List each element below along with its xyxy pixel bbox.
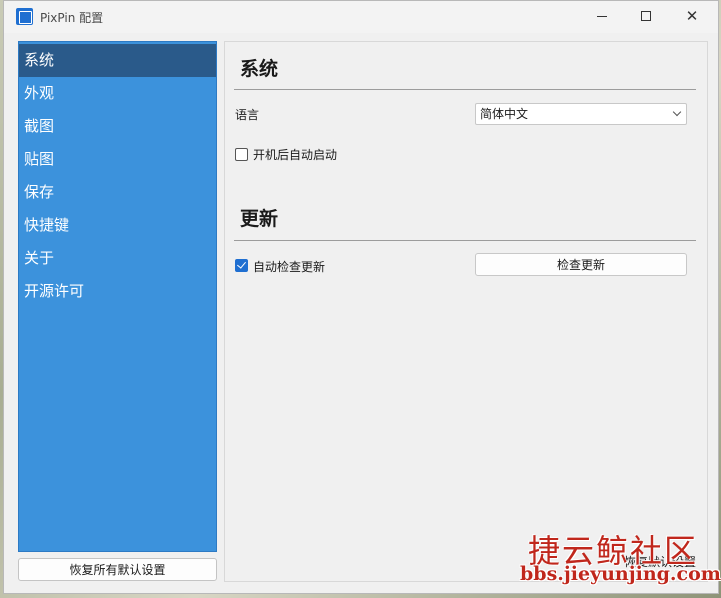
watermark-url-text: bbs.jieyunjing.com [520, 563, 721, 585]
close-button[interactable]: ✕ [670, 1, 714, 31]
language-select-value: 简体中文 [480, 107, 529, 121]
title-bar[interactable]: PixPin 配置 ✕ [4, 1, 718, 33]
system-section-title: 系统 [240, 58, 279, 80]
minimize-button[interactable] [580, 1, 624, 31]
close-icon: ✕ [685, 7, 699, 25]
maximize-icon [641, 11, 651, 21]
maximize-button[interactable] [624, 1, 668, 31]
chevron-down-icon [672, 107, 682, 117]
settings-window: PixPin 配置 ✕ 系统 外观 截图 贴图 保存 快捷键 关于 开源许可 恢… [3, 0, 719, 594]
sidebar-item-pin[interactable]: 贴图 [19, 143, 216, 176]
settings-content-panel: 系统 语言 简体中文 开机后自动启动 更新 自动检查更新 检查更新 [224, 41, 708, 582]
site-watermark: 捷云鲸社区 bbs.jieyunjing.com [512, 526, 721, 596]
reset-all-defaults-button[interactable]: 恢复所有默认设置 [18, 558, 217, 581]
autostart-label[interactable]: 开机后自动启动 [253, 146, 337, 163]
autostart-checkbox[interactable] [235, 148, 248, 161]
auto-check-update-label[interactable]: 自动检查更新 [253, 258, 325, 275]
settings-nav-sidebar: 系统 外观 截图 贴图 保存 快捷键 关于 开源许可 [18, 41, 217, 552]
sidebar-item-appearance[interactable]: 外观 [19, 77, 216, 110]
sidebar-item-licenses[interactable]: 开源许可 [19, 275, 216, 308]
update-section-divider [234, 240, 696, 241]
language-select[interactable]: 简体中文 [475, 103, 687, 125]
window-title: PixPin 配置 [40, 11, 104, 25]
check-update-button[interactable]: 检查更新 [475, 253, 687, 276]
sidebar-item-save[interactable]: 保存 [19, 176, 216, 209]
system-section-divider [234, 89, 696, 90]
auto-check-update-checkbox[interactable] [235, 259, 248, 272]
language-label: 语言 [235, 108, 260, 122]
app-icon [16, 8, 33, 25]
sidebar-item-screenshot[interactable]: 截图 [19, 110, 216, 143]
sidebar-item-system[interactable]: 系统 [19, 44, 216, 77]
sidebar-item-shortcuts[interactable]: 快捷键 [19, 209, 216, 242]
update-section-title: 更新 [240, 208, 279, 230]
minimize-icon [597, 15, 607, 17]
sidebar-item-about[interactable]: 关于 [19, 242, 216, 275]
